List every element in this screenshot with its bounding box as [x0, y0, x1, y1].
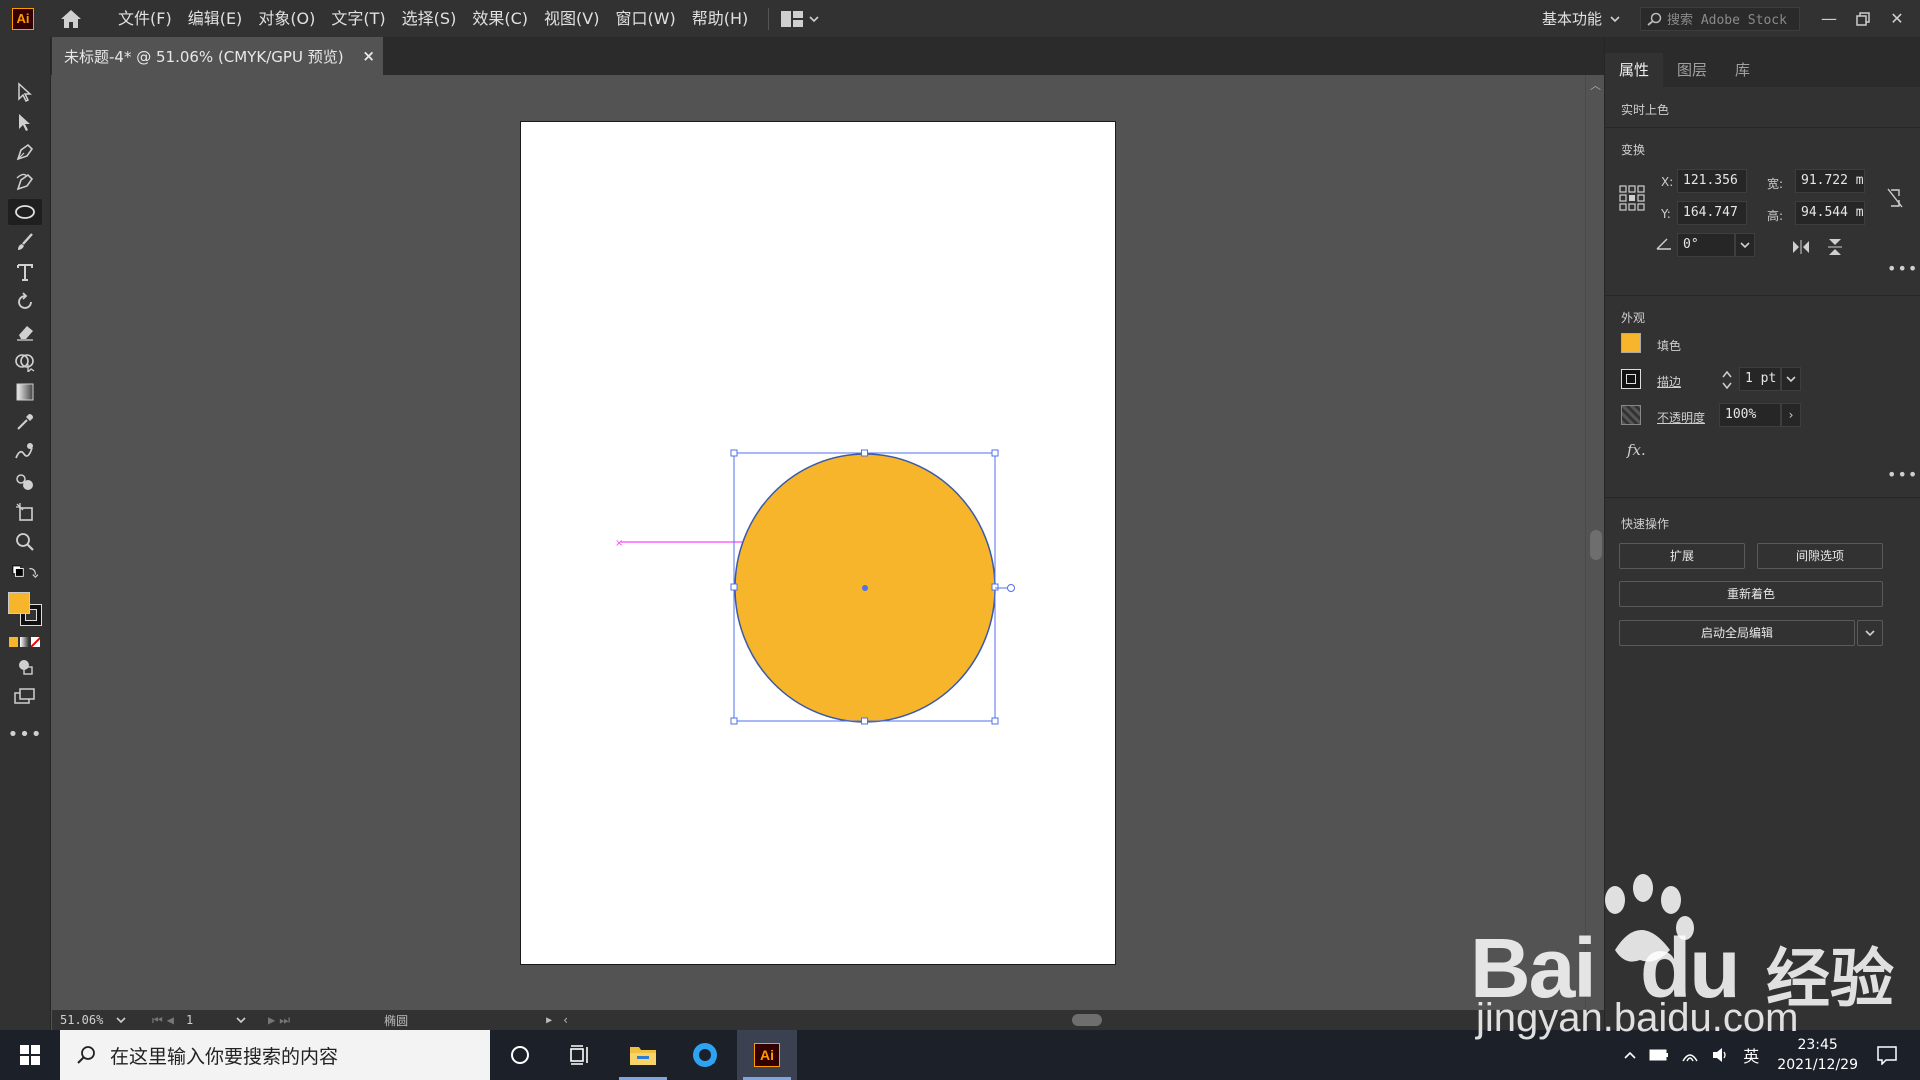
resize-handle[interactable]	[861, 449, 868, 457]
task-view-button[interactable]	[550, 1030, 610, 1080]
chevron-down-icon	[1865, 630, 1875, 637]
transform-more-options-icon[interactable]: •••	[1887, 259, 1918, 278]
zoom-level-field[interactable]: 51.06%	[52, 1013, 112, 1027]
live-paint-label: 实时上色	[1621, 103, 1670, 117]
y-position-field[interactable]: 164.747	[1677, 201, 1747, 225]
status-bar: 51.06% ⏮◀ 1 ▶⏭ 椭圆 ▶ ‹	[52, 1010, 1604, 1030]
expand-button[interactable]: 扩展	[1619, 543, 1745, 569]
scroll-left-icon[interactable]: ‹	[562, 1013, 569, 1027]
watermark-url: jingyan.baidu.com	[1476, 996, 1799, 1040]
file-explorer-taskbar-button[interactable]	[613, 1030, 673, 1080]
smart-guide-marker: ×	[615, 538, 623, 549]
tab-properties[interactable]: 属性	[1605, 53, 1664, 87]
divider	[1605, 295, 1920, 296]
horizontal-scroll-thumb[interactable]	[1072, 1014, 1102, 1026]
battery-icon	[1649, 1049, 1669, 1061]
quick-actions-title: 快速操作	[1621, 517, 1670, 531]
constrain-proportions-icon[interactable]	[1885, 187, 1905, 209]
opacity-icon	[1621, 405, 1641, 425]
chevron-down-icon	[116, 1017, 126, 1024]
divider	[1605, 497, 1920, 498]
x-position-field[interactable]: 121.356	[1677, 169, 1747, 193]
panel-header-strip	[1605, 37, 1920, 53]
width-label: 宽:	[1767, 177, 1784, 191]
wifi-icon	[1682, 1054, 1698, 1062]
chevron-down-icon	[236, 1017, 246, 1024]
tab-libraries[interactable]: 库	[1721, 53, 1764, 87]
browser-icon	[693, 1043, 717, 1067]
cortana-button[interactable]	[490, 1030, 550, 1080]
notification-center-icon	[1877, 1046, 1897, 1065]
pie-widget-handle[interactable]	[1007, 584, 1015, 592]
artboard-number-field[interactable]: 1	[186, 1013, 236, 1027]
resize-handle[interactable]	[991, 717, 999, 725]
resize-handle[interactable]	[730, 583, 738, 591]
height-field[interactable]: 94.544 m	[1795, 201, 1865, 225]
gap-options-button[interactable]: 间隙选项	[1757, 543, 1883, 569]
taskbar-search-box[interactable]: 在这里输入你要搜索的内容	[60, 1030, 490, 1080]
reference-point-icon[interactable]	[1619, 185, 1645, 211]
stroke-weight-field[interactable]: 1 pt	[1739, 367, 1781, 391]
show-hidden-icons-icon	[1624, 1051, 1636, 1059]
resize-handle[interactable]	[861, 717, 868, 725]
recolor-button[interactable]: 重新着色	[1619, 581, 1883, 607]
ime-indicator[interactable]: 英	[1743, 1043, 1759, 1067]
transform-section-title: 变换	[1621, 143, 1646, 157]
width-field[interactable]: 91.722 m	[1795, 169, 1865, 193]
fill-color-swatch[interactable]	[1621, 333, 1641, 353]
resize-handle[interactable]	[730, 717, 738, 725]
stroke-color-swatch[interactable]	[1621, 369, 1641, 389]
resize-handle[interactable]	[991, 449, 999, 457]
stroke-weight-dropdown[interactable]	[1781, 367, 1801, 391]
cortana-circle-icon	[511, 1046, 529, 1064]
appearance-section-title: 外观	[1621, 311, 1646, 325]
height-label: 高:	[1767, 209, 1784, 223]
illustrator-taskbar-button[interactable]: Ai	[737, 1030, 797, 1080]
artboard-prev-buttons[interactable]: ⏮◀	[152, 1013, 178, 1028]
artboard-next-buttons[interactable]: ▶⏭	[268, 1013, 294, 1028]
global-edit-dropdown-button[interactable]	[1857, 620, 1883, 646]
divider	[1605, 127, 1920, 128]
tab-layers[interactable]: 图层	[1663, 53, 1721, 87]
center-point	[862, 585, 868, 591]
y-label: Y:	[1661, 207, 1671, 221]
opacity-label[interactable]: 不透明度	[1657, 409, 1705, 426]
task-view-icon	[570, 1045, 588, 1065]
status-menu-arrow-icon[interactable]: ▶	[546, 1015, 552, 1026]
opacity-field[interactable]: 100%	[1719, 403, 1781, 427]
flip-vertical-icon[interactable]	[1827, 237, 1843, 257]
windows-start-button[interactable]	[0, 1030, 60, 1080]
fill-label: 填色	[1657, 339, 1682, 353]
chevron-down-icon	[1786, 376, 1796, 383]
folder-icon	[630, 1047, 656, 1065]
baidu-jingyan-watermark: Bai du 经验 jingyan.baidu.com	[1470, 870, 1920, 1040]
start-global-edit-button[interactable]: 启动全局编辑	[1619, 620, 1855, 646]
resize-handle[interactable]	[991, 583, 999, 591]
flip-horizontal-icon[interactable]	[1791, 239, 1811, 255]
volume-icon	[1713, 1048, 1726, 1062]
search-icon	[77, 1046, 95, 1064]
chevron-down-icon	[1740, 242, 1750, 249]
stroke-label[interactable]: 描边	[1657, 373, 1681, 390]
taskbar-search-placeholder: 在这里输入你要搜索的内容	[110, 1045, 339, 1068]
rotation-angle-field[interactable]: 0°	[1677, 233, 1735, 257]
effects-fx-button[interactable]: fx.	[1627, 441, 1646, 459]
resize-handle[interactable]	[730, 449, 738, 457]
appearance-more-options-icon[interactable]: •••	[1887, 465, 1918, 484]
illustrator-app-icon: Ai	[754, 1043, 780, 1067]
taskbar-clock[interactable]: 23:45 2021/12/29	[1777, 1035, 1858, 1075]
browser-taskbar-button[interactable]	[675, 1030, 735, 1080]
opacity-expand-button[interactable]: ›	[1781, 403, 1801, 427]
clock-date: 2021/12/29	[1777, 1057, 1858, 1073]
rotate-angle-icon	[1656, 238, 1671, 250]
x-label: X:	[1661, 175, 1674, 189]
rotation-dropdown-button[interactable]	[1735, 233, 1755, 257]
panel-tab-bar: 属性 图层 库	[1605, 53, 1920, 87]
stroke-stepper-icon[interactable]	[1721, 369, 1733, 391]
selected-object-type: 椭圆	[384, 1013, 409, 1028]
windows-logo-icon	[20, 1045, 40, 1065]
